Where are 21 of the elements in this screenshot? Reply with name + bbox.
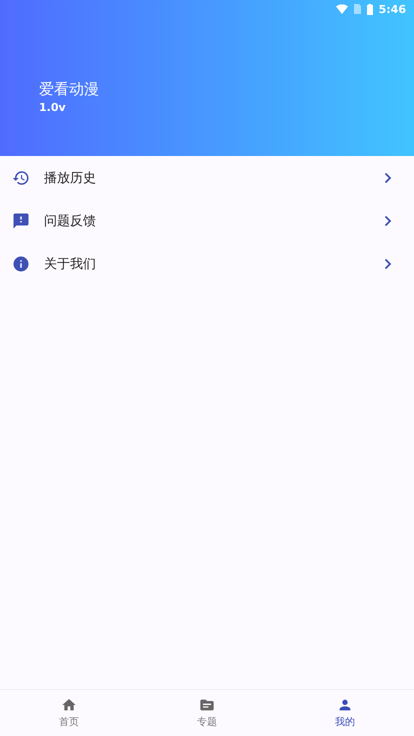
chevron-icon [384,214,392,226]
menu-item[interactable]: 播放历史 [0,156,414,199]
menu-item[interactable]: 关于我们 [0,242,414,285]
nav-tab[interactable]: 首页 [0,690,138,736]
nav-tab[interactable]: 我的 [276,690,414,736]
feedback-icon [12,212,30,230]
battery-icon [366,4,373,14]
menu-item[interactable]: 问题反馈 [0,199,414,242]
chevron-icon [384,172,392,184]
app-title: 爱看动漫 [39,80,100,99]
history-icon [12,168,30,186]
person-icon [337,697,353,713]
status-time: 5:46 [378,2,406,16]
info-icon [12,254,30,272]
home-icon [61,697,77,713]
sim-icon [354,4,361,14]
folder-icon [199,697,215,713]
wifi-icon [336,4,348,14]
app-version: 1.0v [39,101,67,114]
chevron-icon [384,258,392,270]
nav-tab[interactable]: 专题 [138,690,276,736]
